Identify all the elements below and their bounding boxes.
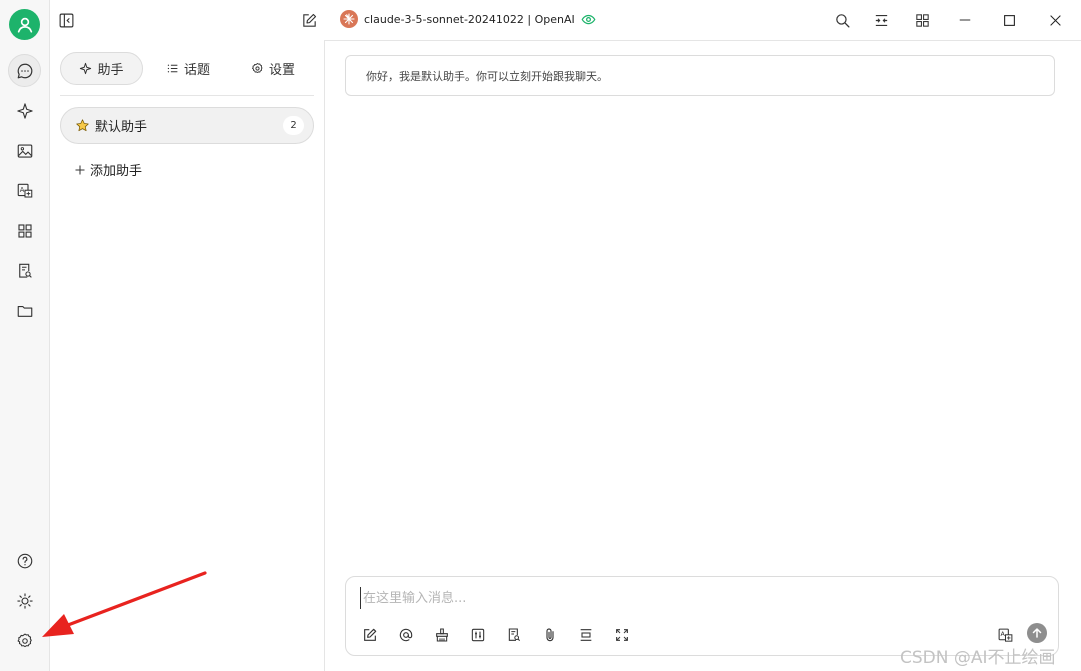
annotation-arrow-icon xyxy=(42,571,207,637)
watermark: CSDN @AI不止绘画 xyxy=(900,648,1056,668)
